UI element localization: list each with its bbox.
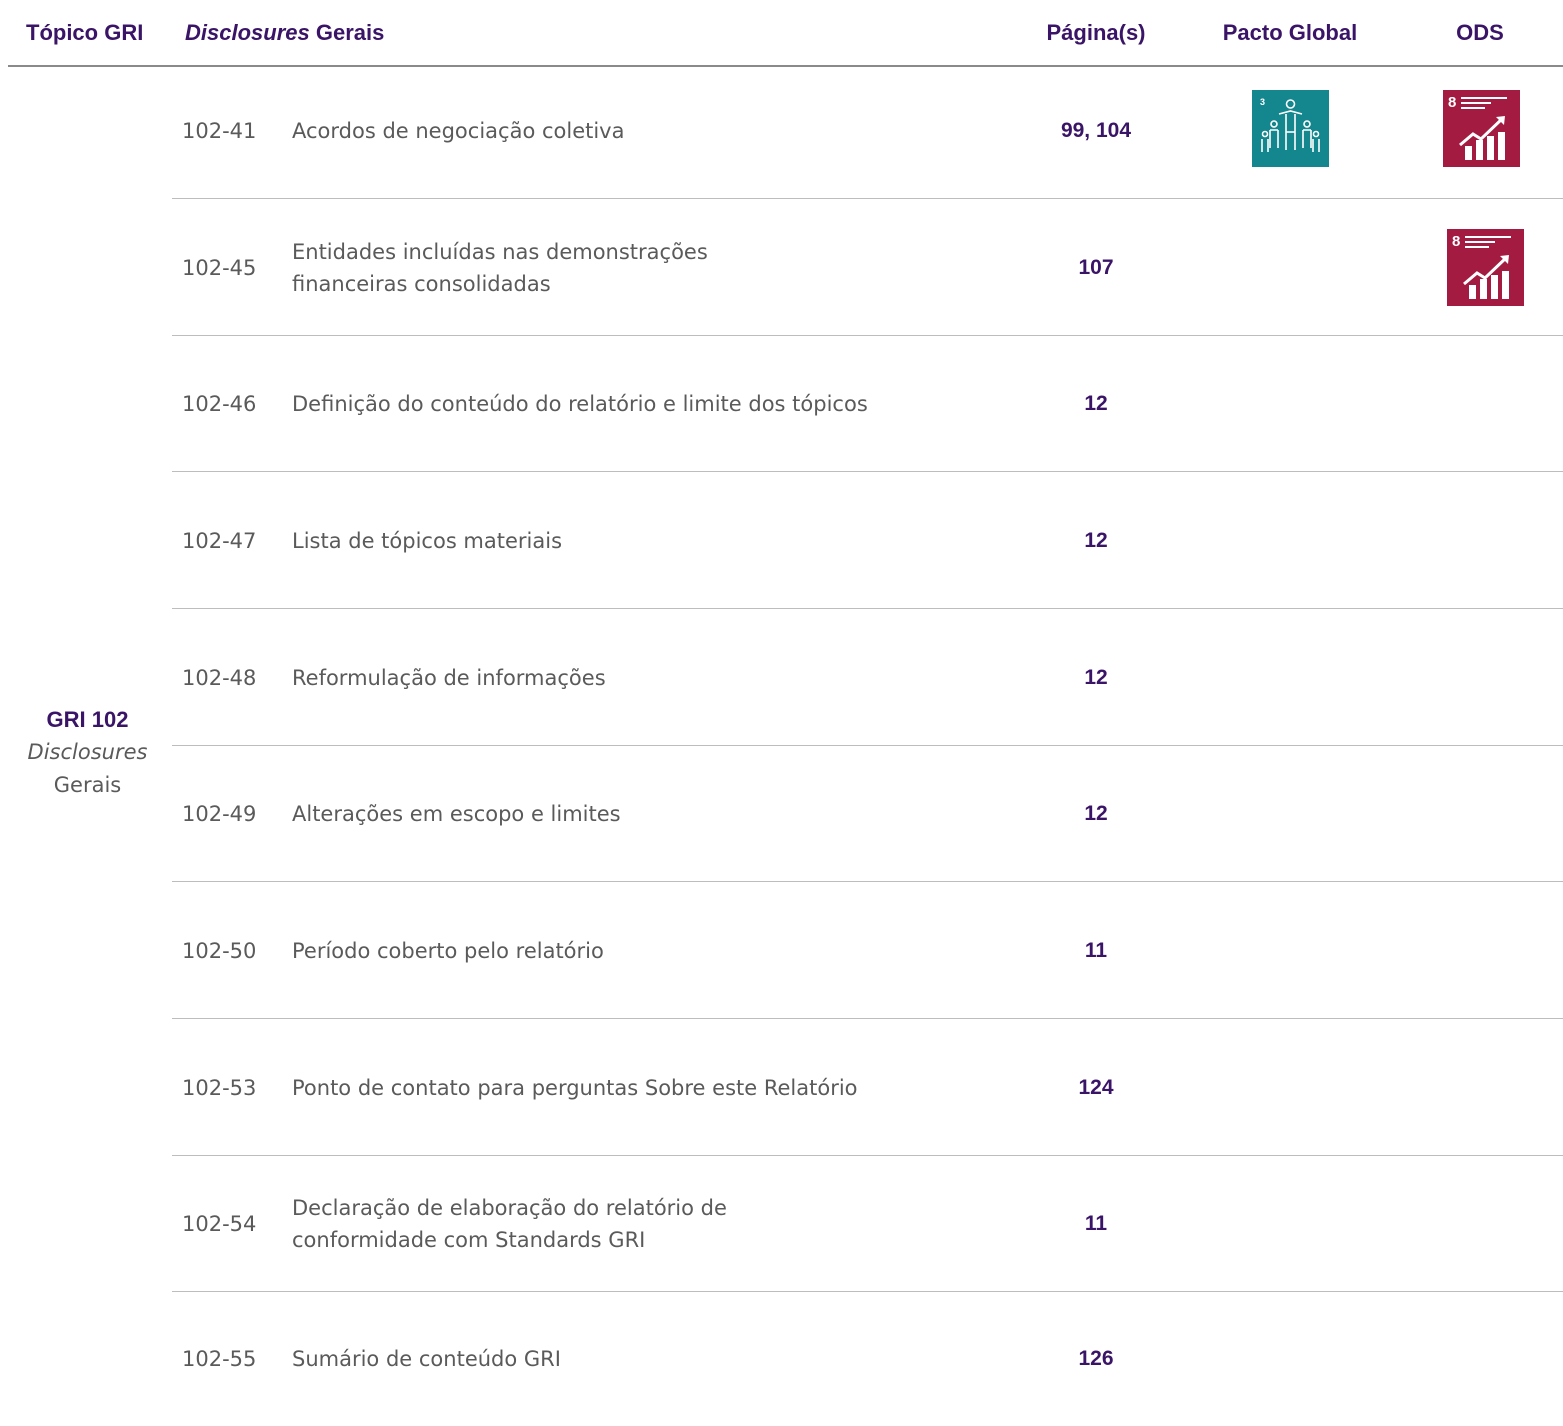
col-header-disclosures: Disclosures Gerais xyxy=(185,20,384,46)
table-row: 102-47 Lista de tópicos materiais 12 xyxy=(172,472,1563,609)
table-row: 102-53 Ponto de contato para perguntas S… xyxy=(172,1019,1563,1156)
disclosure-description: Lista de tópicos materiais xyxy=(292,528,563,553)
page-reference: 124 xyxy=(1078,1075,1114,1099)
disclosure-description: Sumário de conteúdo GRI xyxy=(292,1347,561,1371)
disclosure-description: Reformulação de informações xyxy=(292,665,606,690)
disclosure-code: 102-47 xyxy=(182,528,257,553)
table-row: 102-49 Alterações em escopo e limites 12 xyxy=(172,745,1563,882)
disclosure-code: 102-50 xyxy=(182,938,257,963)
page-reference: 107 xyxy=(1078,255,1114,279)
table-row: 102-48 Reformulação de informações 12 xyxy=(172,609,1563,746)
col-header-disclosures-em: Disclosures xyxy=(185,20,310,45)
sdg-number: 8 xyxy=(1452,233,1460,250)
disclosure-code: 102-46 xyxy=(182,391,257,416)
global-compact-people-icon: 3 xyxy=(1252,90,1329,167)
disclosure-code: 102-41 xyxy=(182,118,257,143)
topic-name-rest: Gerais xyxy=(53,773,122,797)
disclosure-description: Acordos de negociação coletiva xyxy=(292,118,625,143)
col-header-pages: Página(s) xyxy=(1046,20,1146,45)
page-reference: 12 xyxy=(1084,801,1108,825)
topic-code: GRI 102 xyxy=(46,707,129,732)
disclosure-code: 102-53 xyxy=(182,1075,257,1100)
col-header-global-compact: Pacto Global xyxy=(1222,20,1358,45)
page-reference: 126 xyxy=(1078,1347,1114,1370)
sdg-8-growth-chart-icon: 8 xyxy=(1447,229,1524,306)
page-reference: 12 xyxy=(1084,391,1108,415)
disclosure-code: 102-54 xyxy=(182,1211,257,1236)
global-compact-number: 3 xyxy=(1260,97,1265,107)
table-row: 102-41 Acordos de negociação coletiva 99… xyxy=(172,62,1563,199)
page-reference: 99, 104 xyxy=(1060,118,1132,142)
sdg-8-growth-chart-icon: 8 xyxy=(1443,90,1520,167)
table-row: 102-54 Declaração de elaboração do relat… xyxy=(172,1155,1563,1292)
disclosure-description: Definição do conteúdo do relatório e lim… xyxy=(292,391,868,416)
disclosure-description: Entidades incluídas nas demonstrações fi… xyxy=(292,239,708,296)
page-reference: 11 xyxy=(1084,938,1108,962)
topic-cell: GRI 102 Disclosures Gerais xyxy=(0,703,175,802)
disclosure-description: Período coberto pelo relatório xyxy=(292,938,604,963)
table-row: 102-46 Definição do conteúdo do relatóri… xyxy=(172,335,1563,472)
col-header-sdg: ODS xyxy=(1456,20,1504,45)
disclosure-code: 102-55 xyxy=(182,1347,257,1371)
col-header-topic: Tópico GRI xyxy=(26,20,144,45)
table-row: 102-55 Sumário de conteúdo GRI 126 xyxy=(172,1292,1563,1426)
page-reference: 11 xyxy=(1084,1211,1108,1235)
page-reference: 12 xyxy=(1084,528,1108,552)
disclosure-code: 102-48 xyxy=(182,665,257,690)
disclosure-code: 102-49 xyxy=(182,801,257,826)
table-row: 102-45 Entidades incluídas nas demonstra… xyxy=(172,199,1563,336)
page-reference: 12 xyxy=(1084,665,1108,689)
disclosure-description: Declaração de elaboração do relatório de… xyxy=(292,1195,727,1252)
topic-name-em: Disclosures xyxy=(27,740,148,764)
disclosure-description: Ponto de contato para perguntas Sobre es… xyxy=(292,1075,858,1100)
disclosure-code: 102-45 xyxy=(182,255,257,280)
disclosure-description: Alterações em escopo e limites xyxy=(292,801,621,826)
sdg-number: 8 xyxy=(1448,94,1456,111)
table-row: 102-50 Período coberto pelo relatório 11 xyxy=(172,882,1563,1019)
col-header-disclosures-rest: Gerais xyxy=(315,20,385,45)
